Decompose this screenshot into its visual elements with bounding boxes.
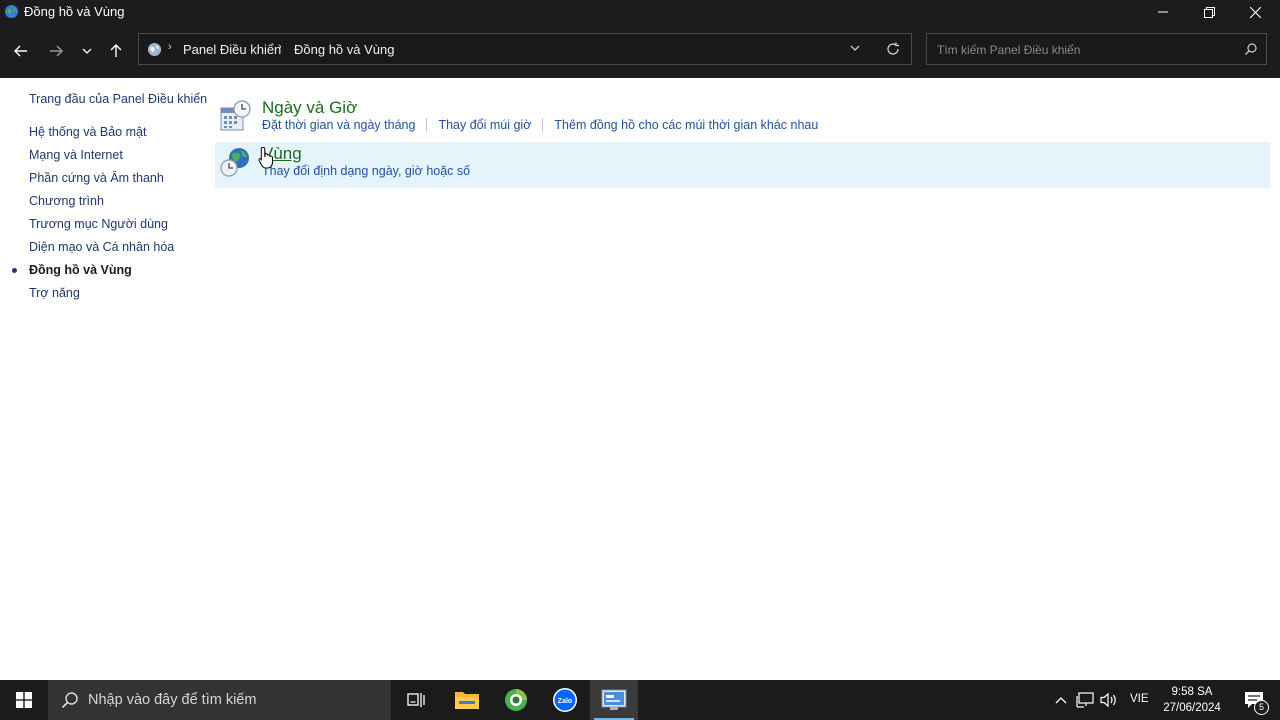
- clock-time: 9:58 SA: [1171, 686, 1213, 698]
- taskbar-clock[interactable]: 9:58 SA 27/06/2024: [1156, 684, 1228, 716]
- search-box[interactable]: [926, 33, 1267, 65]
- breadcrumb-separator-icon: ›: [168, 41, 172, 53]
- show-hidden-icons-button[interactable]: [1051, 680, 1071, 720]
- category-date-time: Ngày và Giờ Đặt thời gian và ngày tháng …: [215, 96, 1270, 142]
- breadcrumb-separator-icon: ›: [278, 41, 282, 53]
- file-explorer-button[interactable]: [443, 680, 491, 720]
- link-divider: [542, 118, 544, 132]
- notification-count-badge: 5: [1254, 700, 1269, 715]
- link-add-clocks[interactable]: Thêm đồng hồ cho các múi thời gian khác …: [554, 118, 818, 132]
- close-button[interactable]: [1232, 0, 1278, 24]
- sidebar-item-clock-region[interactable]: Đồng hồ và Vùng: [29, 263, 132, 277]
- search-icon: [61, 692, 78, 709]
- up-button[interactable]: [104, 40, 128, 62]
- sidebar-item-network-internet[interactable]: Mạng và Internet: [29, 148, 123, 162]
- task-view-icon: [407, 693, 425, 707]
- task-view-button[interactable]: [392, 680, 440, 720]
- folder-icon: [455, 692, 479, 709]
- chevron-down-icon: [82, 48, 92, 54]
- active-bullet-icon: [12, 268, 17, 273]
- category-links-date-time: Đặt thời gian và ngày tháng Thay đổi múi…: [262, 118, 818, 132]
- sidebar-item-hardware-sound[interactable]: Phần cứng và Âm thanh: [29, 171, 164, 185]
- control-panel-app-button[interactable]: [590, 680, 638, 720]
- breadcrumb-control-panel[interactable]: Panel Điều khiển: [183, 42, 281, 57]
- forward-button[interactable]: [44, 40, 68, 62]
- hand-cursor-icon: [258, 146, 273, 169]
- link-set-date-time[interactable]: Đặt thời gian và ngày tháng: [262, 118, 415, 132]
- arrow-up-icon: [110, 44, 122, 57]
- speaker-icon: [1100, 692, 1116, 708]
- zalo-app-button[interactable]: Zalo: [541, 680, 589, 720]
- browser-app-button[interactable]: [492, 680, 540, 720]
- sidebar-item-programs[interactable]: Chương trình: [29, 194, 104, 208]
- category-region[interactable]: Vùng Thay đổi định dạng ngày, giờ hoặc s…: [215, 142, 1270, 188]
- svg-text:Zalo: Zalo: [558, 698, 572, 705]
- search-input[interactable]: [935, 40, 1239, 60]
- taskbar: Nhập vào đây để tìm kiếm Zalo VIE 9:58 S…: [0, 680, 1280, 720]
- green-browser-icon: [505, 689, 527, 711]
- sidebar-home-link[interactable]: Trang đầu của Panel Điều khiển: [29, 92, 207, 106]
- sidebar-item-ease-of-access[interactable]: Trợ năng: [29, 286, 80, 300]
- clock-date: 27/06/2024: [1163, 702, 1221, 714]
- action-center-button[interactable]: 5: [1234, 680, 1274, 720]
- minimize-button[interactable]: [1140, 0, 1186, 24]
- sidebar-item-system-security[interactable]: Hệ thống và Bảo mật: [29, 125, 146, 139]
- link-divider: [426, 118, 428, 132]
- zalo-icon: Zalo: [553, 688, 577, 712]
- address-bar[interactable]: › Panel Điều khiển › Đồng hồ và Vùng: [138, 33, 912, 65]
- navigation-bar: › Panel Điều khiển › Đồng hồ và Vùng: [0, 24, 1280, 78]
- control-panel-globe-icon: [147, 42, 162, 57]
- network-button[interactable]: [1074, 680, 1096, 720]
- taskbar-search-box[interactable]: Nhập vào đây để tìm kiếm: [48, 680, 391, 720]
- arrow-right-icon: [50, 45, 63, 57]
- sidebar-item-user-accounts[interactable]: Trương mục Người dùng: [29, 217, 168, 231]
- chevron-up-icon: [1055, 697, 1067, 704]
- volume-button[interactable]: [1098, 680, 1120, 720]
- recent-locations-button[interactable]: [75, 40, 99, 62]
- window-title: Đồng hồ và Vùng: [24, 4, 125, 19]
- search-icon[interactable]: [1245, 43, 1257, 55]
- address-dropdown-icon[interactable]: [850, 43, 860, 53]
- category-title-date-time[interactable]: Ngày và Giờ: [262, 98, 357, 118]
- back-button[interactable]: [9, 40, 33, 62]
- title-bar: Đồng hồ và Vùng: [0, 0, 1280, 24]
- control-panel-icon: [601, 689, 627, 710]
- refresh-icon[interactable]: [886, 42, 900, 56]
- close-icon: [1249, 6, 1261, 18]
- arrow-left-icon: [14, 45, 27, 57]
- restore-icon: [1203, 6, 1215, 18]
- clock-calendar-icon[interactable]: [219, 100, 251, 132]
- taskbar-search-placeholder: Nhập vào đây để tìm kiếm: [88, 692, 257, 708]
- category-links-region: Thay đổi định dạng ngày, giờ hoặc số: [262, 164, 470, 178]
- control-panel-globe-icon: [4, 4, 19, 19]
- sidebar-item-appearance[interactable]: Diện mạo và Cá nhân hóa: [29, 240, 174, 254]
- minimize-icon: [1158, 11, 1168, 13]
- link-change-formats[interactable]: Thay đổi định dạng ngày, giờ hoặc số: [262, 164, 470, 178]
- network-icon: [1076, 692, 1094, 708]
- input-language-indicator[interactable]: VIE: [1130, 693, 1149, 705]
- restore-button[interactable]: [1186, 0, 1232, 24]
- globe-clock-icon[interactable]: [219, 146, 251, 178]
- windows-logo-icon: [16, 692, 32, 708]
- link-change-time-zone[interactable]: Thay đổi múi giờ: [438, 118, 531, 132]
- breadcrumb-clock-region[interactable]: Đồng hồ và Vùng: [294, 42, 394, 57]
- start-button[interactable]: [0, 680, 48, 720]
